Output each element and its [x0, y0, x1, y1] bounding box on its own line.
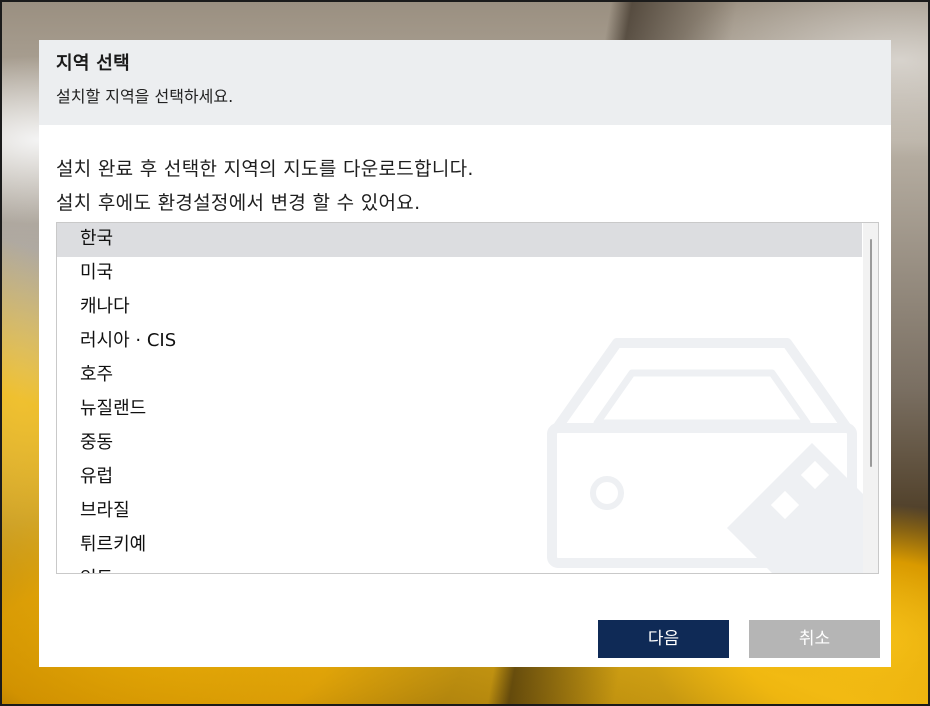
list-item-turkiye[interactable]: 튀르키예 [57, 529, 862, 563]
description-line-2: 설치 후에도 환경설정에서 변경 할 수 있어요. [56, 192, 421, 214]
list-item-new-zealand[interactable]: 뉴질랜드 [57, 393, 862, 427]
list-item-europe[interactable]: 유럽 [57, 461, 862, 495]
list-item-canada[interactable]: 캐나다 [57, 291, 862, 325]
dialog-header: 지역 선택 설치할 지역을 선택하세요. [39, 40, 891, 125]
cancel-button[interactable]: 취소 [749, 620, 880, 658]
list-item-brazil[interactable]: 브라질 [57, 495, 862, 529]
region-list-items: 한국 미국 캐나다 러시아 · CIS 호주 뉴질랜드 중동 유럽 브라질 튀르… [57, 223, 862, 573]
next-button[interactable]: 다음 [598, 620, 729, 658]
description-line-1: 설치 완료 후 선택한 지역의 지도를 다운로드합니다. [56, 158, 474, 180]
region-select-dialog: 지역 선택 설치할 지역을 선택하세요. 설치 완료 후 선택한 지역의 지도를… [39, 40, 891, 667]
list-item-usa[interactable]: 미국 [57, 257, 862, 291]
list-item-australia[interactable]: 호주 [57, 359, 862, 393]
list-item-korea[interactable]: 한국 [57, 223, 862, 257]
list-item-middle-east[interactable]: 중동 [57, 427, 862, 461]
list-item-india[interactable]: 인도 [57, 563, 862, 573]
region-list[interactable]: 한국 미국 캐나다 러시아 · CIS 호주 뉴질랜드 중동 유럽 브라질 튀르… [56, 222, 879, 574]
list-item-russia-cis[interactable]: 러시아 · CIS [57, 325, 862, 359]
list-scrollbar[interactable] [863, 223, 878, 573]
scrollbar-thumb[interactable] [870, 239, 872, 467]
dialog-subtitle: 설치할 지역을 선택하세요. [56, 87, 234, 106]
dialog-title: 지역 선택 [56, 53, 131, 74]
